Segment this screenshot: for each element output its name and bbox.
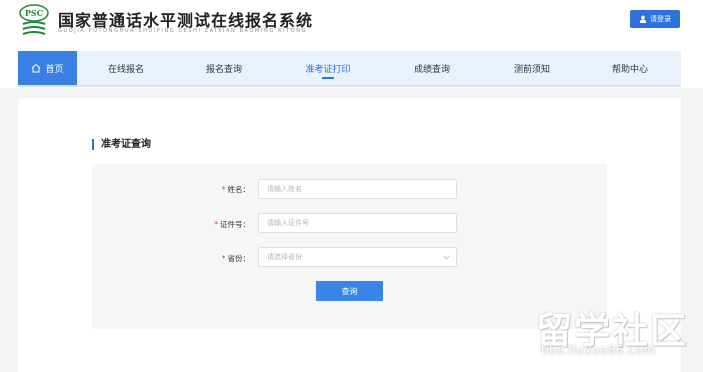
home-icon xyxy=(32,63,41,73)
province-select[interactable]: 请选择省份 xyxy=(258,247,457,267)
province-label-text: 省份： xyxy=(227,254,251,263)
site-header: PSC 国家普通话水平测试在线报名系统 GUOJIA PUTONGHUA SHU… xyxy=(0,0,703,50)
nav-item-home[interactable]: 首页 xyxy=(18,51,77,85)
chevron-down-icon xyxy=(443,255,450,260)
nav-item-score-query[interactable]: 成绩查询 xyxy=(390,51,474,85)
name-label: * 姓名： xyxy=(190,184,250,195)
nav-item-pre-test-notice[interactable]: 测前须知 xyxy=(490,51,574,85)
nav-home-label: 首页 xyxy=(45,64,64,75)
user-icon xyxy=(639,15,647,23)
name-label-text: 姓名： xyxy=(227,185,251,194)
required-mark: * xyxy=(221,185,226,194)
main-nav: 首页 在线报名 报名查询 准考证打印 成绩查询 测前须知 帮助中心 xyxy=(18,51,681,87)
login-label: 请登录 xyxy=(650,15,671,23)
site-subtitle: GUOJIA PUTONGHUA SHUIPING CESHI ZAIXIAN … xyxy=(58,28,308,34)
query-button[interactable]: 查询 xyxy=(316,281,383,301)
login-button[interactable]: 请登录 xyxy=(630,10,680,28)
watermark-url: bbs.liuxue86.com xyxy=(541,343,656,357)
nav-item-online-registration[interactable]: 在线报名 xyxy=(84,51,168,85)
required-mark: * xyxy=(221,254,226,263)
id-label-text: 证件号： xyxy=(220,220,250,229)
name-input[interactable]: 请输入姓名 xyxy=(258,179,457,199)
section-title: 准考证查询 xyxy=(92,139,151,150)
id-label: * 证件号： xyxy=(190,219,250,230)
id-placeholder: 请输入证件号 xyxy=(267,219,309,227)
nav-item-registration-query[interactable]: 报名查询 xyxy=(182,51,266,85)
nav-item-help-center[interactable]: 帮助中心 xyxy=(588,51,672,85)
nav-active-label: 准考证打印 xyxy=(305,64,351,75)
province-placeholder: 请选择省份 xyxy=(267,253,302,261)
active-tab-indicator xyxy=(322,77,334,79)
required-mark: * xyxy=(214,220,218,229)
name-placeholder: 请输入姓名 xyxy=(267,185,302,193)
psc-logo: PSC xyxy=(19,4,49,35)
id-number-input[interactable]: 请输入证件号 xyxy=(258,213,457,233)
nav-item-admission-ticket[interactable]: 准考证打印 xyxy=(286,51,370,85)
province-label: * 省份： xyxy=(190,253,250,264)
logo-text: PSC xyxy=(25,8,43,18)
